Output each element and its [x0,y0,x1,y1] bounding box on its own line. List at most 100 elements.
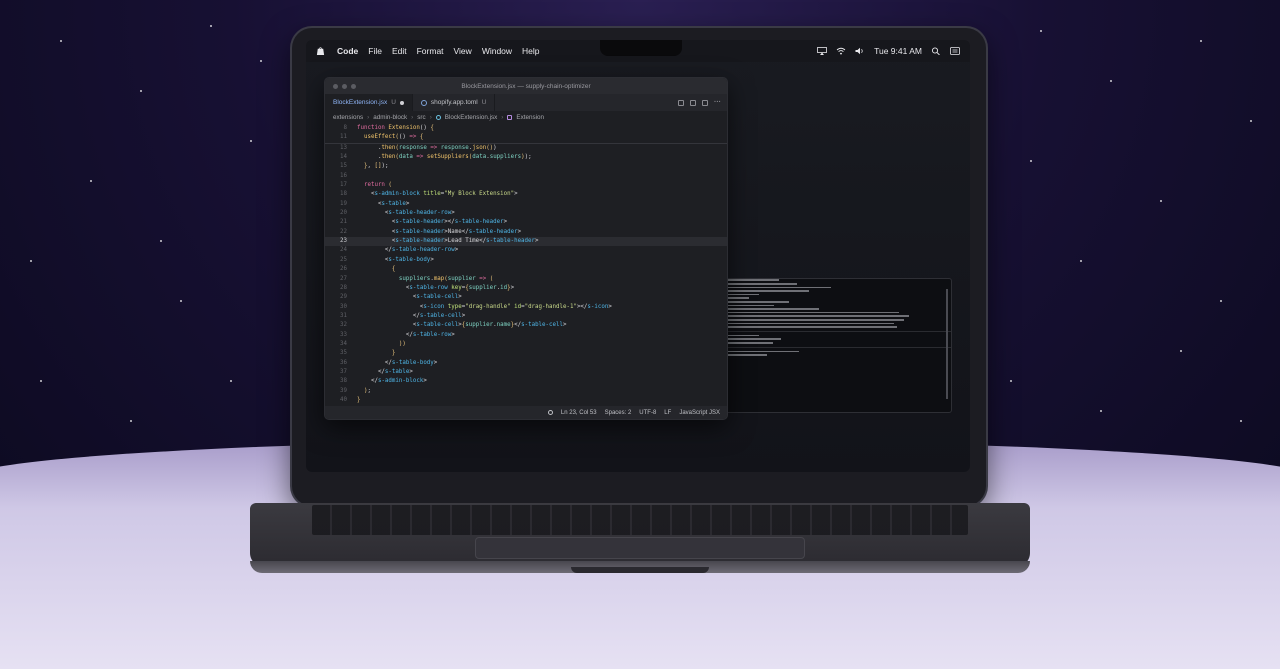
line-number[interactable]: 16 [325,172,357,181]
code-line[interactable]: 24 </s-table-header-row > [325,246,727,255]
code-line[interactable]: 21 < s-table-header ></s-table-header > [325,218,727,227]
encoding[interactable]: UTF-8 [639,410,656,416]
tab-block-extension[interactable]: BlockExtension.jsx U [325,94,413,111]
language-mode[interactable]: JavaScript JSX [679,410,720,416]
line-ending[interactable]: LF [664,410,671,416]
line-number[interactable]: 29 [325,293,357,302]
code-line[interactable]: 32 < s-table-cell >{supplier. name} </s-tabl… [325,321,727,330]
line-number[interactable]: 26 [325,265,357,274]
line-number[interactable]: 8 [325,124,357,133]
breadcrumb-extensions[interactable]: extensions [333,114,363,121]
line-number[interactable]: 37 [325,368,357,377]
code-line[interactable]: 29 < s-table-cell > [325,293,727,302]
line-number[interactable]: 28 [325,284,357,293]
code-line[interactable]: 31 </s-table-cell > [325,312,727,321]
code-line[interactable]: 33 </s-table-row > [325,331,727,340]
code-line[interactable]: 23 < s-table-header >Lead Time</s-table-he… [325,237,727,247]
code-token: response [440,144,469,151]
line-number[interactable]: 39 [325,387,357,396]
code-line[interactable]: 11 useEffect(() => { [325,133,727,142]
menu-code[interactable]: Code [337,46,358,56]
line-number[interactable]: 20 [325,209,357,218]
code-line[interactable]: 20 < s-table-header-row > [325,209,727,218]
line-number[interactable]: 13 [325,144,357,153]
line-number[interactable]: 30 [325,303,357,312]
code-line[interactable]: 13 . then(response => response. json()) [325,144,727,153]
airplay-icon[interactable] [817,47,828,55]
line-number[interactable]: 22 [325,228,357,237]
line-number[interactable]: 21 [325,218,357,227]
terminal-scrollbar[interactable] [946,289,948,399]
code-line[interactable]: 34 )) [325,340,727,349]
code-line[interactable]: 25 < s-table-body > [325,256,727,265]
code-line[interactable]: 35 } [325,349,727,358]
chevron-right-icon: › [367,113,370,121]
menu-view[interactable]: View [454,46,472,56]
line-number[interactable]: 31 [325,312,357,321]
menu-format[interactable]: Format [417,46,444,56]
line-number[interactable]: 36 [325,359,357,368]
menu-file[interactable]: File [368,46,382,56]
line-number[interactable]: 38 [325,377,357,386]
code-line[interactable]: 14 . then(data => setSuppliers(data. suppl… [325,153,727,162]
code-line[interactable]: 28 < s-table-row key ={supplier. id} > [325,284,727,293]
code-line[interactable]: 40} [325,396,727,405]
line-number[interactable]: 33 [325,331,357,340]
code-line[interactable]: 16 [325,172,727,181]
line-number[interactable]: 23 [325,237,357,246]
line-number[interactable]: 18 [325,190,357,199]
menu-edit[interactable]: Edit [392,46,407,56]
code-line[interactable]: 19 < s-table > [325,200,727,209]
code-line[interactable]: 38 </s-admin-block > [325,377,727,386]
line-number[interactable]: 25 [325,256,357,265]
code-area[interactable]: 8 function Extension() {11 useEffect(() =… [325,123,727,405]
line-number[interactable]: 35 [325,349,357,358]
line-number[interactable]: 14 [325,153,357,162]
code-line[interactable]: 22 < s-table-header >Name</s-table-header > [325,228,727,237]
control-center-icon[interactable] [950,47,960,55]
breadcrumb-admin-block[interactable]: admin-block [373,114,407,121]
volume-icon[interactable] [855,47,865,55]
shopify-bag-icon[interactable] [316,46,325,56]
chevron-right-icon: › [501,113,504,121]
code-line[interactable]: 8 function Extension() { [325,124,727,133]
breadcrumb-file[interactable]: BlockExtension.jsx [445,114,498,121]
search-icon[interactable] [931,47,941,55]
line-number[interactable]: 27 [325,275,357,284]
code-line[interactable]: 18 < s-admin-block title = "My Block Extens… [325,190,727,199]
code-line[interactable]: 26 { [325,265,727,274]
code-line[interactable]: 27 suppliers. map(supplier => ( [325,275,727,284]
line-number[interactable]: 15 [325,162,357,171]
sticky-scroll-header[interactable]: 8 function Extension() {11 useEffect(() =… [325,124,727,144]
line-number[interactable]: 24 [325,246,357,255]
zoom-icon[interactable] [547,410,553,415]
line-number[interactable]: 17 [325,181,357,190]
code-line[interactable]: 30 < s-icon type = "drag-handle" id = "drag-h… [325,303,727,312]
cursor-position[interactable]: Ln 23, Col 53 [561,410,597,416]
menu-help[interactable]: Help [522,46,539,56]
line-number[interactable]: 34 [325,340,357,349]
code-line[interactable]: 17 return ( [325,181,727,190]
lock-icon[interactable] [702,99,708,106]
menu-window[interactable]: Window [482,46,512,56]
compare-icon[interactable] [678,99,684,106]
unsaved-dot-icon[interactable] [399,100,404,105]
line-number[interactable]: 11 [325,133,357,142]
tab-shopify-app-toml[interactable]: shopify.app.toml U [413,94,496,111]
line-number[interactable]: 40 [325,396,357,405]
code-line[interactable]: 36 </s-table-body > [325,359,727,368]
menubar-clock[interactable]: Tue 9:41 AM [874,46,922,56]
more-actions-icon[interactable]: ··· [714,99,721,106]
breadcrumb-symbol[interactable]: Extension [516,114,544,121]
code-lines[interactable]: 13 . then(response => response. json()) 14 … [325,144,727,406]
line-number[interactable]: 32 [325,321,357,330]
code-line[interactable]: 39 ); [325,387,727,396]
line-number[interactable]: 19 [325,200,357,209]
code-token: => [426,144,441,151]
code-line[interactable]: 15 }, []); [325,162,727,171]
wifi-icon[interactable] [836,47,846,55]
split-editor-icon[interactable] [690,99,696,106]
breadcrumb-src[interactable]: src [417,114,425,121]
indentation[interactable]: Spaces: 2 [605,410,632,416]
code-line[interactable]: 37 </s-table > [325,368,727,377]
